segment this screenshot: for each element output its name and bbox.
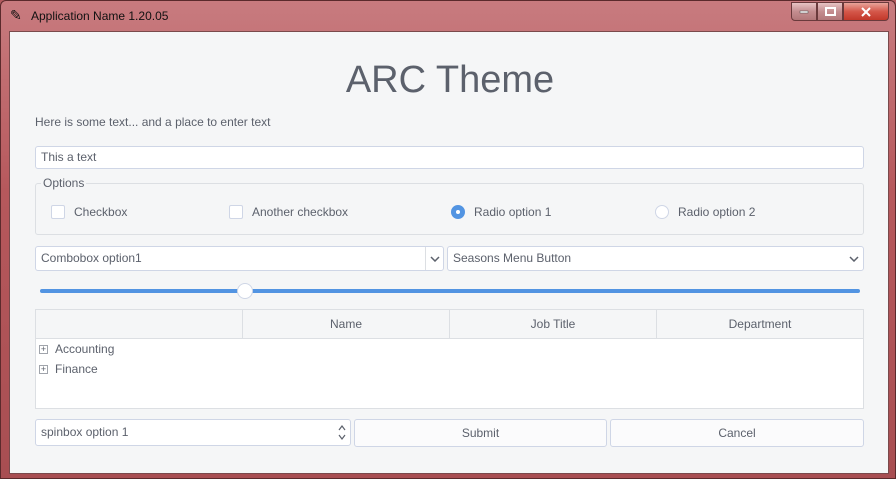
close-icon [861, 6, 871, 17]
text-entry[interactable]: This a text [35, 146, 864, 169]
chevron-up-icon[interactable] [338, 425, 346, 431]
combobox-dropdown-button[interactable] [425, 247, 443, 270]
checkbox-1[interactable]: Checkbox [51, 205, 127, 219]
close-button[interactable] [843, 2, 889, 21]
page-title: ARC Theme [345, 59, 555, 101]
checkbox-2-label: Another checkbox [252, 205, 349, 219]
minimize-button[interactable] [791, 2, 817, 21]
scale-handle[interactable] [237, 283, 253, 299]
chevron-down-icon [849, 255, 859, 262]
intro-label: Here is some text... and a place to ente… [35, 115, 271, 129]
radio-option-2[interactable]: Radio option 2 [655, 205, 755, 219]
scale-track[interactable] [40, 289, 860, 293]
tree-column-department[interactable]: Department [657, 310, 863, 338]
radio-indicator-selected[interactable] [451, 205, 465, 219]
checkbox-1-label: Checkbox [74, 205, 128, 219]
tree-column-tree[interactable] [36, 310, 243, 338]
options-frame-title: Options [41, 176, 87, 190]
maximize-button[interactable] [817, 2, 843, 21]
checkbox-2[interactable]: Another checkbox [229, 205, 348, 219]
client-area: ARC Theme Here is some text... and a pla… [9, 31, 889, 474]
tree-column-name[interactable]: Name [243, 310, 450, 338]
combobox-value: Combobox option1 [41, 251, 142, 265]
radio-option-1-label: Radio option 1 [474, 205, 552, 219]
chevron-down-icon[interactable] [338, 434, 346, 440]
tree-column-job-title[interactable]: Job Title [450, 310, 657, 338]
title-bar[interactable]: ✎ Application Name 1.20.05 [1, 1, 895, 31]
checkbox-box[interactable] [229, 205, 243, 219]
radio-option-1[interactable]: Radio option 1 [451, 205, 551, 219]
options-frame: Options Checkbox Another checkbox Radio … [35, 176, 864, 235]
maximize-icon [824, 7, 836, 16]
chevron-down-icon [429, 255, 440, 262]
tree-row-label: Finance [55, 362, 98, 376]
feather-icon: ✎ [10, 8, 22, 24]
tree-row[interactable]: + Accounting [36, 339, 863, 359]
submit-button[interactable]: Submit [354, 419, 607, 447]
expand-plus-icon[interactable]: + [39, 364, 48, 374]
expand-plus-icon[interactable]: + [39, 344, 48, 354]
window-title: Application Name 1.20.05 [31, 9, 169, 23]
checkbox-box[interactable] [51, 205, 65, 219]
seasons-menu-button[interactable]: Seasons Menu Button [447, 246, 864, 271]
combobox[interactable]: Combobox option1 [35, 246, 444, 271]
minimize-icon [799, 10, 809, 13]
treeview[interactable]: Name Job Title Department + Accounting +… [35, 309, 864, 409]
window-controls [791, 2, 889, 22]
menu-button-arrow[interactable] [845, 247, 863, 270]
menu-button-label: Seasons Menu Button [453, 251, 572, 265]
tree-header: Name Job Title Department [36, 310, 863, 339]
spinbox-value: spinbox option 1 [41, 425, 129, 439]
app-window: ✎ Application Name 1.20.05 ARC Theme Her… [0, 0, 896, 479]
tree-row-label: Accounting [55, 342, 115, 356]
radio-indicator[interactable] [655, 205, 669, 219]
spinbox-arrows[interactable] [334, 420, 350, 445]
tree-row[interactable]: + Finance [36, 359, 863, 379]
spinbox[interactable]: spinbox option 1 [35, 419, 351, 446]
radio-option-2-label: Radio option 2 [678, 205, 756, 219]
cancel-button[interactable]: Cancel [610, 419, 864, 447]
